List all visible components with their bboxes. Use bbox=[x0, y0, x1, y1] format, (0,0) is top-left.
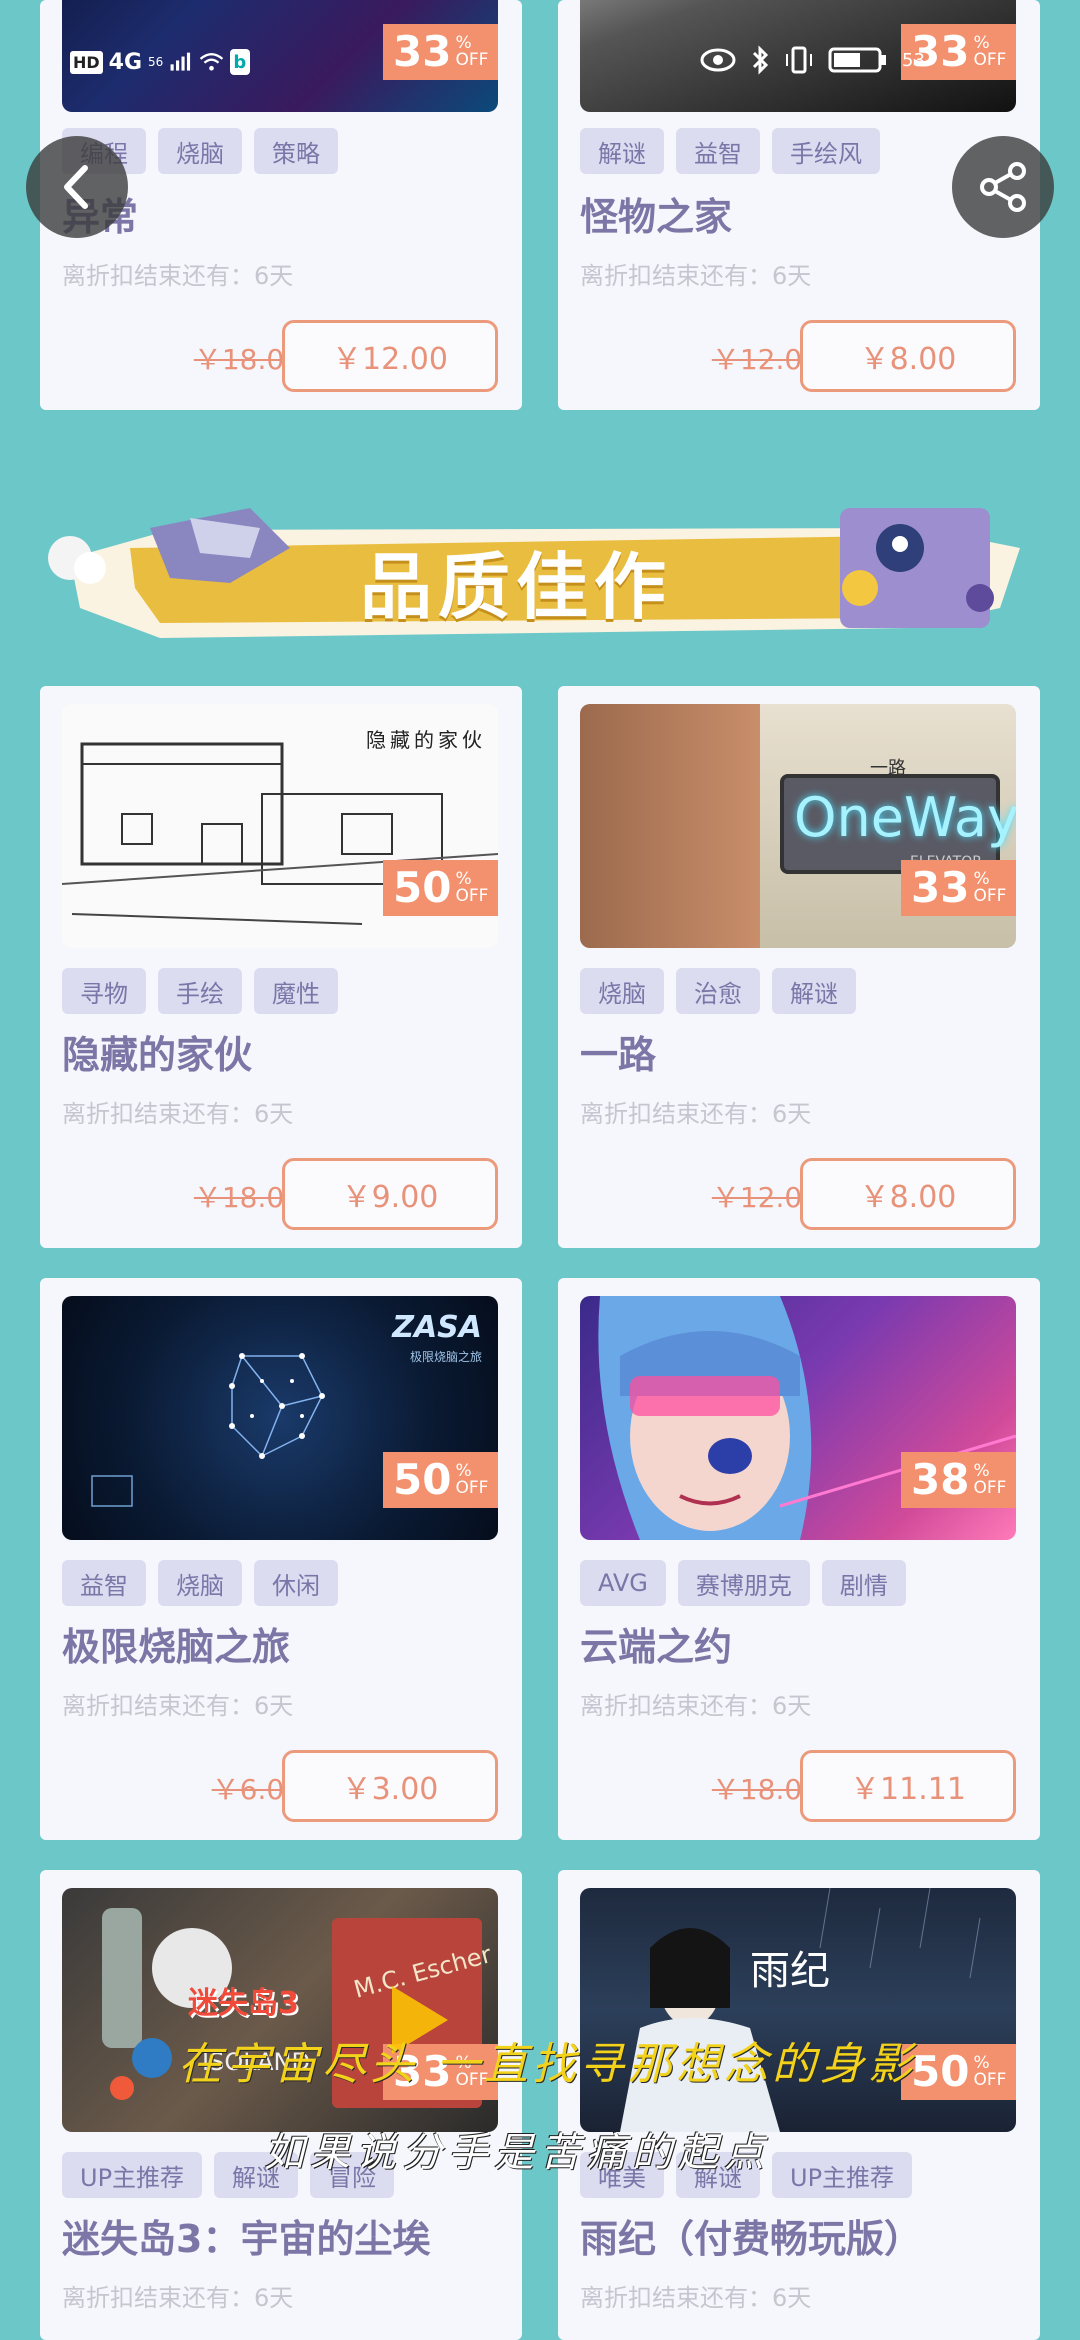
tag-list: 解谜 益智 手绘风 bbox=[580, 128, 880, 174]
discount-timer: 离折扣结束还有：6天 bbox=[580, 262, 812, 290]
back-button[interactable] bbox=[26, 136, 128, 238]
game-title[interactable]: 云端之约 bbox=[580, 1616, 732, 1671]
game-thumbnail[interactable]: 38% OFF bbox=[580, 1296, 1016, 1540]
game-card[interactable]: 38% OFF AVG 赛博朋克 剧情 云端之约 离折扣结束还有：6天 ￥18.0… bbox=[558, 1278, 1040, 1840]
art-caption: 隐藏的家伙 bbox=[366, 728, 486, 752]
game-thumbnail[interactable]: 雨纪 50% OFF bbox=[580, 1888, 1016, 2132]
buy-price-button[interactable]: ￥9.00 bbox=[282, 1158, 498, 1230]
lyric-line-1: 在宇宙尽头 一直找寻那想念的身影 bbox=[178, 2039, 916, 2090]
status-bar: HD 4G 56 b bbox=[70, 42, 250, 82]
game-thumbnail[interactable]: ZASA 极限烧脑之旅 50% OFF bbox=[62, 1296, 498, 1540]
game-thumbnail[interactable]: 一路 OneWay ELEVATOR 33%OFF bbox=[580, 704, 1016, 948]
battery-icon bbox=[828, 47, 886, 73]
art-subtitle: 极限烧脑之旅 bbox=[409, 1350, 482, 1364]
tag-list: 寻物 手绘 魔性 bbox=[62, 968, 338, 1014]
tag-list: 烧脑 治愈 解谜 bbox=[580, 968, 856, 1014]
section-banner: 品质佳作 bbox=[40, 488, 1040, 658]
tag[interactable]: 手绘风 bbox=[772, 128, 880, 174]
tag[interactable]: 烧脑 bbox=[158, 128, 242, 174]
discount-timer: 离折扣结束还有：6天 bbox=[62, 1692, 294, 1720]
game-card[interactable]: ZASA 极限烧脑之旅 50% OFF 益智 烧脑 休闲 极限烧脑之旅 离折扣结束… bbox=[40, 1278, 522, 1840]
eye-icon bbox=[700, 48, 736, 72]
tag[interactable]: 治愈 bbox=[676, 968, 760, 1014]
art-title: OneWay bbox=[794, 786, 1016, 849]
game-title[interactable]: 极限烧脑之旅 bbox=[62, 1616, 290, 1671]
discount-badge: 50% OFF bbox=[383, 860, 498, 916]
tag[interactable]: 手绘 bbox=[158, 968, 242, 1014]
tag[interactable]: 剧情 bbox=[821, 1560, 906, 1606]
discount-timer: 离折扣结束还有：6天 bbox=[62, 2284, 294, 2312]
tag[interactable]: 赛博朋克 bbox=[677, 1560, 810, 1606]
tag[interactable]: 寻物 bbox=[62, 968, 146, 1014]
tag[interactable]: UP主推荐 bbox=[772, 2152, 913, 2198]
app-notification-icon: b bbox=[229, 49, 250, 75]
discount-timer: 离折扣结束还有：6天 bbox=[62, 1100, 294, 1128]
tag[interactable]: 魔性 bbox=[254, 968, 338, 1014]
discount-badge: 33% OFF bbox=[383, 24, 498, 80]
tag-list: 益智 烧脑 休闲 bbox=[62, 1560, 338, 1606]
discount-timer: 离折扣结束还有：6天 bbox=[580, 1692, 812, 1720]
game-thumbnail[interactable]: 隐藏的家伙 50% OFF bbox=[62, 704, 498, 948]
buy-price-button[interactable]: ￥3.00 bbox=[282, 1750, 498, 1822]
tag[interactable]: 休闲 bbox=[254, 1560, 338, 1606]
tag[interactable]: 解谜 bbox=[580, 128, 664, 174]
tag[interactable]: AVG bbox=[580, 1560, 666, 1606]
tag[interactable]: 烧脑 bbox=[158, 1560, 242, 1606]
chevron-left-icon bbox=[64, 165, 88, 209]
tag[interactable]: UP主推荐 bbox=[62, 2152, 203, 2198]
original-price: ￥18.00 bbox=[711, 1773, 820, 1806]
network-label: 4G bbox=[108, 49, 143, 75]
tag[interactable]: 策略 bbox=[254, 128, 338, 174]
game-title[interactable]: 雨纪（付费畅玩版） bbox=[580, 2208, 922, 2263]
art-title: 雨纪 bbox=[750, 1948, 830, 1994]
art-elevator-frame bbox=[580, 704, 760, 948]
discount-timer: 离折扣结束还有：6天 bbox=[62, 262, 294, 290]
discount-badge: 33% OFF bbox=[901, 860, 1016, 916]
buy-price-button[interactable]: ￥8.00 bbox=[800, 320, 1016, 392]
game-title[interactable]: 迷失岛3：宇宙的尘埃 bbox=[62, 2208, 430, 2263]
battery-level: 53 bbox=[902, 49, 925, 71]
original-price: ￥18.00 bbox=[193, 343, 302, 376]
network-sub-label: 56 bbox=[148, 55, 164, 69]
wifi-icon bbox=[199, 53, 223, 71]
art-logo: ZASA bbox=[392, 1310, 482, 1345]
lyric-line-2: 如果说分手是苦痛的起点 bbox=[264, 2130, 770, 2176]
art-title-cn: 一路 bbox=[870, 758, 906, 779]
discount-timer: 离折扣结束还有：6天 bbox=[580, 1100, 812, 1128]
game-title[interactable]: 隐藏的家伙 bbox=[62, 1024, 252, 1079]
discount-badge: 50% OFF bbox=[901, 2044, 1016, 2100]
vibrate-icon bbox=[786, 46, 812, 74]
art-title: 迷失岛3 bbox=[188, 1986, 299, 2021]
discount-timer: 离折扣结束还有：6天 bbox=[580, 2284, 812, 2312]
buy-price-button[interactable]: ￥8.00 bbox=[800, 1158, 1016, 1230]
buy-price-button[interactable]: ￥11.11 bbox=[800, 1750, 1016, 1822]
tag[interactable]: 烧脑 bbox=[580, 968, 664, 1014]
original-price: ￥12.00 bbox=[711, 343, 820, 376]
tag[interactable]: 益智 bbox=[676, 128, 760, 174]
tag[interactable]: 解谜 bbox=[772, 968, 856, 1014]
share-button[interactable] bbox=[952, 136, 1054, 238]
game-card[interactable]: 一路 OneWay ELEVATOR 33%OFF 烧脑 治愈 解谜 一路 离折… bbox=[558, 686, 1040, 1248]
buy-price-button[interactable]: ￥12.00 bbox=[282, 320, 498, 392]
tag[interactable]: 益智 bbox=[62, 1560, 146, 1606]
original-price: ￥12.00 bbox=[711, 1181, 820, 1214]
discount-badge: 38% OFF bbox=[901, 1452, 1016, 1508]
tag-list: AVG 赛博朋克 剧情 bbox=[580, 1560, 906, 1606]
discount-badge: 50% OFF bbox=[383, 1452, 498, 1508]
share-icon bbox=[980, 162, 1026, 212]
original-price: ￥6.00 bbox=[211, 1773, 302, 1806]
game-card[interactable]: 雨纪 50% OFF 唯美 解谜 UP主推荐 雨纪（付费畅玩版） 离折扣结束还有：… bbox=[558, 1870, 1040, 2340]
game-card[interactable]: 迷失岛3 ISOLAND M.C. Escher 33% OFF UP主推荐 解谜… bbox=[40, 1870, 522, 2340]
hd-icon: HD bbox=[70, 50, 103, 74]
status-bar-right: 53 bbox=[700, 40, 1000, 80]
signal-icon bbox=[170, 52, 191, 71]
game-title[interactable]: 一路 bbox=[580, 1024, 656, 1079]
section-title: 品质佳作 bbox=[360, 545, 673, 629]
original-price: ￥18.00 bbox=[193, 1181, 302, 1214]
game-card[interactable]: 隐藏的家伙 50% OFF 寻物 手绘 魔性 隐藏的家伙 离折扣结束还有：6天 ￥… bbox=[40, 686, 522, 1248]
game-title[interactable]: 怪物之家 bbox=[580, 186, 732, 241]
bluetooth-icon bbox=[752, 45, 769, 75]
